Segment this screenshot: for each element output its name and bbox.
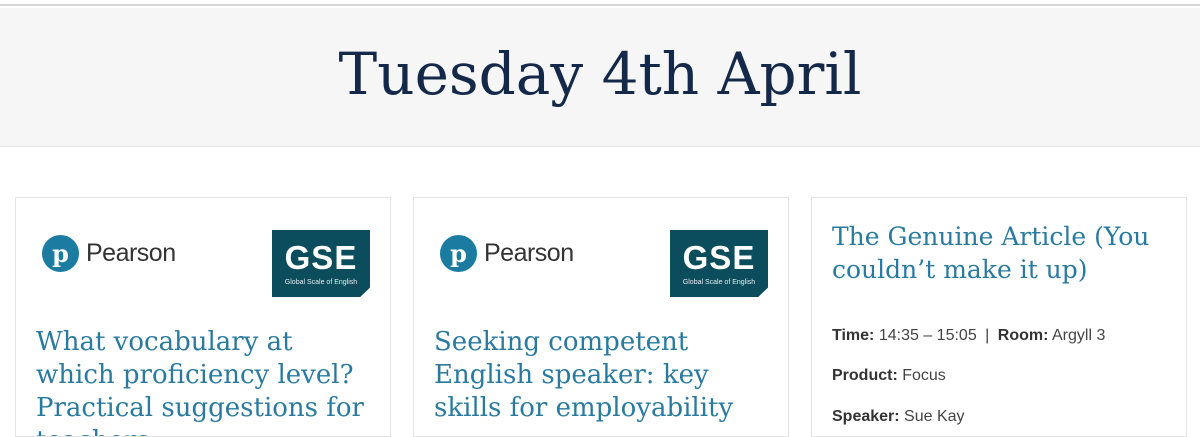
speaker-value: Sue Kay <box>904 408 965 425</box>
pearson-logo: p Pearson <box>440 235 574 272</box>
sponsor-logos: p Pearson GSE Global Scale of English <box>440 230 768 298</box>
gse-logo: GSE Global Scale of English <box>670 230 768 297</box>
date-banner: Tuesday 4th April <box>0 8 1200 147</box>
pearson-logo: p Pearson <box>42 235 176 272</box>
time-label: Time: <box>832 327 875 344</box>
pearson-wordmark: Pearson <box>484 239 574 267</box>
pearson-icon: p <box>440 235 477 272</box>
session-speaker: Speaker: Sue Kay <box>832 408 1172 426</box>
page-title: Tuesday 4th April <box>338 40 862 108</box>
session-title-link[interactable]: The Genuine Article (You couldn’t make i… <box>832 220 1172 286</box>
session-time-room: Time: 14:35 – 15:05 | Room: Argyll 3 <box>832 327 1172 345</box>
gse-tagline: Global Scale of English <box>682 279 756 286</box>
time-value: 14:35 – 15:05 <box>878 327 977 344</box>
pearson-wordmark: Pearson <box>86 239 176 267</box>
top-divider <box>0 4 1200 6</box>
speaker-label: Speaker: <box>832 408 900 425</box>
gse-tagline: Global Scale of English <box>284 279 358 286</box>
session-card[interactable]: The Genuine Article (You couldn’t make i… <box>811 197 1187 437</box>
session-product: Product: Focus <box>832 367 1172 385</box>
room-value: Argyll 3 <box>1052 327 1106 344</box>
pearson-icon: p <box>42 235 79 272</box>
session-title-link[interactable]: What vocabulary at which proficiency lev… <box>36 326 376 436</box>
session-card[interactable]: p Pearson GSE Global Scale of English Wh… <box>15 197 391 437</box>
product-label: Product: <box>832 367 898 384</box>
gse-wordmark: GSE <box>284 239 358 276</box>
room-label: Room: <box>997 327 1049 344</box>
product-value: Focus <box>902 367 946 384</box>
gse-logo: GSE Global Scale of English <box>272 230 370 297</box>
gse-wordmark: GSE <box>682 239 756 276</box>
session-card[interactable]: p Pearson GSE Global Scale of English Se… <box>413 197 789 437</box>
sponsor-logos: p Pearson GSE Global Scale of English <box>42 230 370 298</box>
session-title-link[interactable]: Seeking competent English speaker: key s… <box>434 326 774 425</box>
meta-separator: | <box>985 327 990 344</box>
